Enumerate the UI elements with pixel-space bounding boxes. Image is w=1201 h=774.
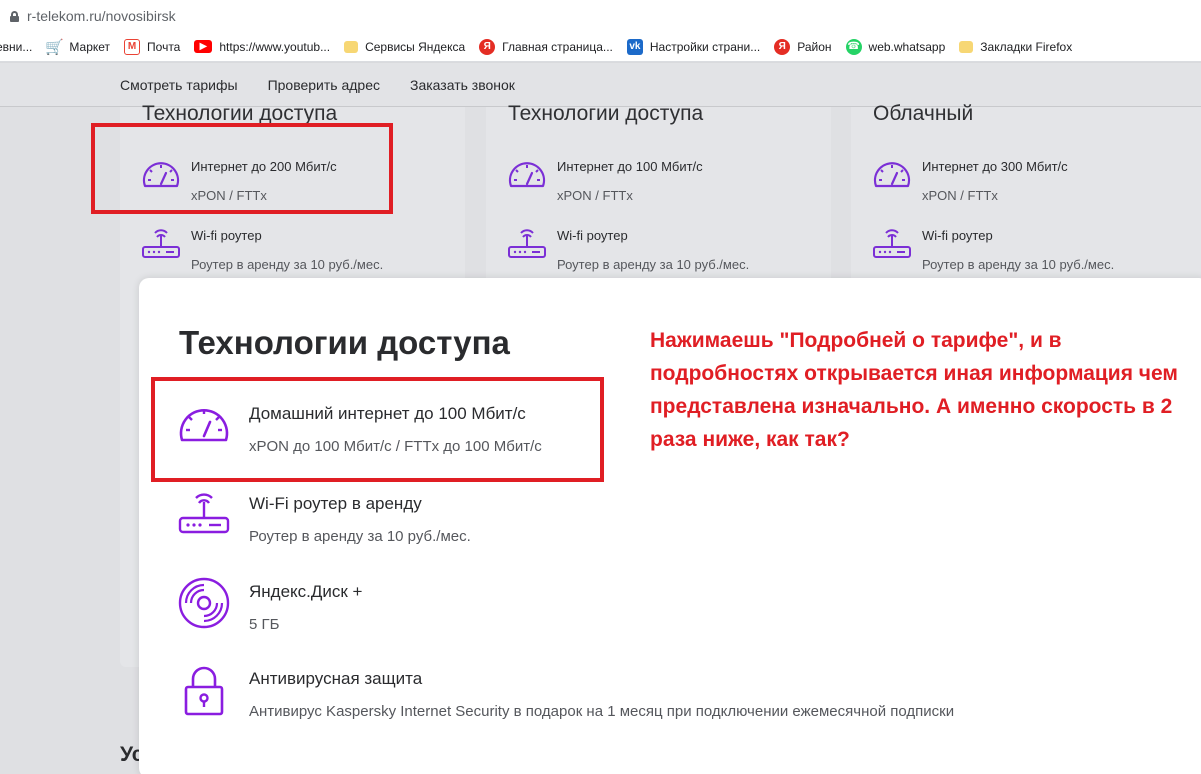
router-icon <box>508 229 546 258</box>
youtube-icon: ▶ <box>194 40 213 53</box>
vk-icon: vk <box>626 38 643 55</box>
speed-tech: xPON / FTTx <box>922 188 998 203</box>
user-annotation-text: Нажимаешь "Подробней о тарифе", и в подр… <box>650 329 1178 451</box>
modal-item-desc: 5 ГБ <box>249 616 280 633</box>
bookmark-whatsapp[interactable]: ☎ web.whatsapp <box>845 38 946 55</box>
bookmark-label: Маркет <box>69 39 111 54</box>
bookmark-item[interactable]: евни... <box>0 40 32 54</box>
bookmark-mail[interactable]: Почта <box>124 38 181 55</box>
site-nav: Смотреть тарифы Проверить адрес Заказать… <box>0 63 1201 107</box>
cart-icon: 🛒 <box>45 38 64 56</box>
router-icon <box>142 229 180 258</box>
router-rent: Роутер в аренду за 10 руб./мес. <box>922 257 1115 272</box>
bookmark-label: Закладки Firefox <box>980 39 1073 54</box>
speedometer-icon <box>508 162 546 188</box>
speed-label: Интернет до 200 Мбит/с <box>191 159 337 174</box>
modal-item-title: Яндекс.Диск + <box>249 582 363 601</box>
router-label: Wi-fi роутер <box>922 228 993 243</box>
modal-item-desc: xPON до 100 Мбит/с / FTTx до 100 Мбит/с <box>249 438 542 455</box>
modal-item-antivirus: Антивирусная защита Антивирус Kaspersky … <box>177 663 954 720</box>
card-router-feature: Wi-fi роутер Роутер в аренду за 10 руб./… <box>506 225 749 272</box>
modal-item-internet: Домашний интернет до 100 Мбит/с xPON до … <box>177 398 542 455</box>
speed-label: Интернет до 100 Мбит/с <box>557 159 703 174</box>
folder-icon <box>344 40 359 53</box>
whatsapp-icon: ☎ <box>845 38 862 55</box>
bookmark-market[interactable]: 🛒 Маркет <box>45 38 111 56</box>
bookmark-label: Сервисы Яндекса <box>365 39 466 54</box>
bookmark-label: евни... <box>0 39 33 54</box>
card-speed-feature: Интернет до 100 Мбит/с xPON / FTTx <box>506 156 703 203</box>
nav-request-call[interactable]: Заказать звонок <box>410 77 515 93</box>
speedometer-icon <box>142 162 180 188</box>
card-router-feature: Wi-fi роутер Роутер в аренду за 10 руб./… <box>871 225 1114 272</box>
bookmark-label: Настройки страни... <box>649 39 761 54</box>
card-router-feature: Wi-fi роутер Роутер в аренду за 10 руб./… <box>140 225 383 272</box>
yandex-icon: Я <box>774 38 791 55</box>
card-title: Технологии доступа <box>508 102 704 125</box>
speed-tech: xPON / FTTx <box>557 188 633 203</box>
router-icon <box>873 229 911 258</box>
bookmark-district[interactable]: Я Район <box>774 38 832 55</box>
router-label: Wi-fi роутер <box>557 228 628 243</box>
modal-item-desc: Роутер в аренду за 10 руб./мес. <box>249 528 471 545</box>
folder-icon <box>959 40 974 53</box>
bookmark-label: https://www.youtub... <box>219 39 331 54</box>
bookmark-label: Район <box>797 39 832 54</box>
bookmark-yandex-services[interactable]: Сервисы Яндекса <box>344 40 465 54</box>
card-speed-feature: Интернет до 200 Мбит/с xPON / FTTx <box>140 156 337 203</box>
gmail-icon <box>124 38 141 55</box>
card-title: Облачный <box>873 102 974 125</box>
modal-item-yandex-disk: Яндекс.Диск + 5 ГБ <box>177 576 363 633</box>
nav-view-tariffs[interactable]: Смотреть тарифы <box>120 77 238 93</box>
modal-item-desc: Антивирус Kaspersky Internet Security в … <box>249 703 955 720</box>
address-bar[interactable]: r-telekom.ru/novosibirsk <box>0 0 1201 32</box>
modal-title: Технологии доступа <box>179 324 510 361</box>
speedometer-icon <box>873 162 911 188</box>
modal-item-router: Wi-Fi роутер в аренду Роутер в аренду за… <box>177 488 471 545</box>
router-label: Wi-fi роутер <box>191 228 262 243</box>
yandex-icon: Я <box>479 38 496 55</box>
modal-item-title: Wi-Fi роутер в аренду <box>249 494 422 513</box>
router-rent: Роутер в аренду за 10 руб./мес. <box>191 257 384 272</box>
bookmark-youtube[interactable]: ▶ https://www.youtub... <box>194 40 330 54</box>
bookmark-label: Почта <box>147 39 181 54</box>
modal-item-title: Антивирусная защита <box>249 669 423 688</box>
lock-icon <box>184 666 224 716</box>
bookmark-firefox[interactable]: Закладки Firefox <box>959 40 1072 54</box>
bookmark-label: Главная страница... <box>502 39 613 54</box>
url-text[interactable]: r-telekom.ru/novosibirsk <box>27 8 176 24</box>
speedometer-icon <box>179 408 229 442</box>
tariff-details-modal: Технологии доступа Домашний интернет до … <box>139 278 1201 774</box>
nav-check-address[interactable]: Проверить адрес <box>268 77 380 93</box>
card-title: Технологии доступа <box>142 102 338 125</box>
bookmark-main-page[interactable]: Я Главная страница... <box>479 38 613 55</box>
modal-item-title: Домашний интернет до 100 Мбит/с <box>249 404 526 423</box>
speed-label: Интернет до 300 Мбит/с <box>922 159 1068 174</box>
bookmark-vk-settings[interactable]: vk Настройки страни... <box>626 38 761 55</box>
speed-tech: xPON / FTTx <box>191 188 267 203</box>
disk-icon <box>178 577 230 629</box>
lock-icon <box>10 10 19 22</box>
router-icon <box>178 493 230 534</box>
router-rent: Роутер в аренду за 10 руб./мес. <box>557 257 750 272</box>
bookmarks-bar: евни... 🛒 Маркет Почта ▶ https://www.you… <box>0 32 1201 62</box>
bookmark-label: web.whatsapp <box>868 39 946 54</box>
card-speed-feature: Интернет до 300 Мбит/с xPON / FTTx <box>871 156 1068 203</box>
